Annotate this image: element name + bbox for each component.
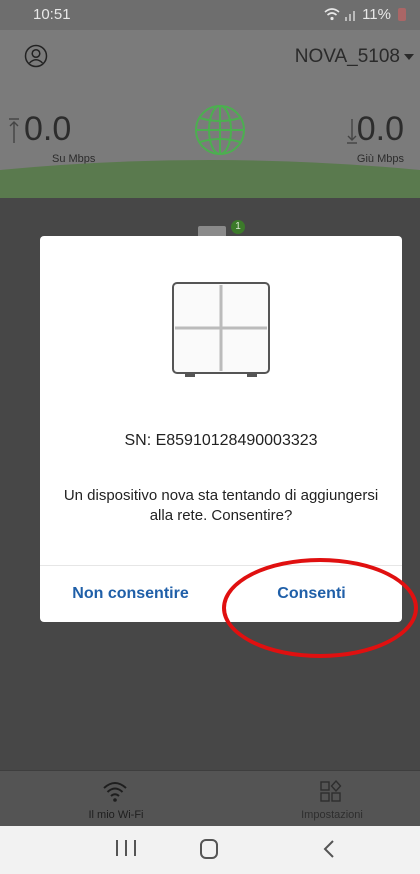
connection-arc xyxy=(0,160,420,198)
cell-signal-icon xyxy=(345,11,356,21)
settings-grid-icon xyxy=(320,779,342,802)
status-bar: 10:51 11% xyxy=(0,0,420,30)
status-indicators: 11% xyxy=(324,6,406,23)
recents-icon[interactable] xyxy=(116,840,136,858)
download-speed-value: 0.0 xyxy=(356,110,404,148)
deny-button[interactable]: Non consentire xyxy=(40,566,221,622)
tab-settings[interactable]: Impostazioni xyxy=(262,771,402,827)
upload-speed-value: 0.0 xyxy=(24,110,72,148)
battery-percent: 11% xyxy=(362,6,391,23)
back-icon[interactable] xyxy=(318,838,340,860)
speed-panel: 0.0 Su Mbps 0.0 Giù Mbps xyxy=(0,88,420,198)
app-header: NOVA_5108 xyxy=(0,30,420,88)
tab-my-wifi[interactable]: Il mio Wi-Fi xyxy=(46,771,186,827)
status-time: 10:51 xyxy=(33,6,71,23)
nova-device-icon xyxy=(172,282,270,377)
chevron-down-icon[interactable] xyxy=(404,54,414,60)
battery-icon xyxy=(398,8,406,21)
tab-my-wifi-label: Il mio Wi-Fi xyxy=(88,809,144,821)
wifi-icon xyxy=(103,782,127,802)
device-serial-number: SN: E85910128490003323 xyxy=(124,432,318,449)
upload-arrow-icon xyxy=(9,118,19,143)
node-count-badge: 1 xyxy=(231,220,245,234)
tab-settings-label: Impostazioni xyxy=(301,809,363,821)
globe-icon[interactable] xyxy=(194,104,246,156)
system-nav-bar xyxy=(0,826,420,874)
bottom-tab-bar: Il mio Wi-Fi Impostazioni xyxy=(0,770,420,826)
wifi-signal-icon xyxy=(324,8,340,21)
home-icon[interactable] xyxy=(200,839,218,859)
account-icon[interactable] xyxy=(24,44,48,68)
network-selector[interactable]: NOVA_5108 xyxy=(295,46,400,68)
dialog-message: Un dispositivo nova sta tentando di aggi… xyxy=(63,487,379,524)
highlight-annotation xyxy=(222,558,418,658)
